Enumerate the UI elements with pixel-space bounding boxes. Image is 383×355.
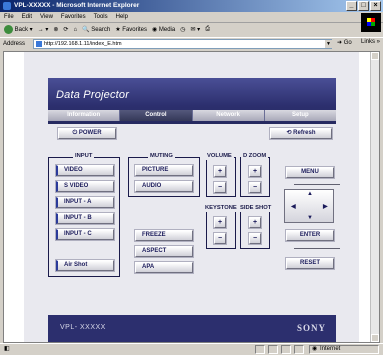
tab-information[interactable]: Information	[48, 110, 121, 121]
maximize-button[interactable]: □	[358, 1, 369, 11]
arrow-left-icon[interactable]: ◀	[291, 203, 296, 210]
refresh-button[interactable]: ⟲ Refresh	[270, 128, 332, 139]
muting-audio-button[interactable]: AUDIO	[135, 181, 193, 192]
side-shot-down-button[interactable]: −	[249, 233, 261, 244]
air-shot-button[interactable]: Air Shot	[56, 260, 114, 271]
status-pane	[268, 345, 278, 354]
stop-icon[interactable]: ⊗	[53, 26, 58, 33]
tab-bar: Information Control Network Setup	[48, 110, 336, 121]
window-title: VPL-XXXXX - Microsoft Internet Explorer	[14, 2, 140, 9]
input-svideo-button[interactable]: S VIDEO	[56, 181, 114, 192]
search-button[interactable]: 🔍 Search	[82, 26, 110, 33]
input-b-button[interactable]: INPUT - B	[56, 213, 114, 224]
input-a-button[interactable]: INPUT - A	[56, 197, 114, 208]
back-arrow-icon	[4, 25, 13, 34]
menu-view[interactable]: View	[40, 12, 53, 22]
browser-window: VPL-XXXXX - Microsoft Internet Explorer …	[0, 0, 383, 355]
menu-favorites[interactable]: Favorites	[61, 12, 86, 22]
scroll-up-icon[interactable]	[371, 52, 379, 60]
web-page: Data Projector Information Control Netwo…	[24, 52, 359, 342]
dzoom-down-button[interactable]: −	[249, 182, 261, 193]
menu-tools[interactable]: Tools	[94, 12, 108, 22]
side-shot-up-button[interactable]: +	[249, 217, 261, 228]
volume-label: VOLUME	[205, 153, 234, 160]
muting-picture-button[interactable]: PICTURE	[135, 165, 193, 176]
volume-up-button[interactable]: +	[214, 166, 226, 177]
address-label: Address	[3, 41, 26, 47]
muting-group-label: MUTING	[148, 153, 175, 160]
input-group-label: INPUT	[73, 153, 95, 160]
arrow-down-icon[interactable]: ▼	[307, 215, 313, 221]
go-button[interactable]: ➜ Go	[337, 39, 352, 46]
media-button[interactable]: ◉ Media	[152, 26, 175, 33]
arrow-up-icon[interactable]: ▲	[307, 191, 313, 197]
power-icon: ⏻	[72, 130, 78, 136]
globe-icon: ◉	[312, 346, 318, 352]
title-bar: VPL-XXXXX - Microsoft Internet Explorer …	[0, 0, 383, 12]
status-pane	[255, 345, 265, 354]
address-dropdown-icon[interactable]: ▼	[325, 40, 332, 48]
status-pane	[281, 345, 291, 354]
internet-zone: ◉ Internet	[309, 345, 379, 354]
dzoom-label: D ZOOM	[241, 153, 269, 160]
arrow-right-icon[interactable]: ▶	[323, 203, 328, 210]
close-button[interactable]: ×	[370, 1, 381, 11]
dzoom-up-button[interactable]: +	[249, 166, 261, 177]
links-button[interactable]: Links »	[361, 39, 380, 45]
keystone-up-button[interactable]: +	[214, 217, 226, 228]
toolbar: Back ▾ → ▾ ⊗ ⟳ ⌂ 🔍 Search ★ Favorites ◉ …	[0, 23, 360, 36]
print-icon[interactable]: ⎙	[205, 26, 210, 33]
volume-down-button[interactable]: −	[214, 182, 226, 193]
menu-bar: File Edit View Favorites Tools Help	[0, 12, 383, 23]
menu-button[interactable]: MENU	[286, 167, 334, 178]
history-icon[interactable]: ◷	[180, 26, 185, 33]
divider	[294, 248, 340, 249]
home-icon[interactable]: ⌂	[73, 27, 77, 33]
input-video-button[interactable]: VIDEO	[56, 165, 114, 176]
apa-button[interactable]: APA	[135, 262, 193, 273]
page-done-icon: ◧	[4, 346, 10, 352]
menu-file[interactable]: File	[4, 12, 14, 22]
vertical-scrollbar[interactable]	[370, 52, 379, 342]
page-viewport: Data Projector Information Control Netwo…	[3, 51, 380, 343]
enter-button[interactable]: ENTER	[286, 230, 334, 241]
windows-logo-icon	[361, 13, 381, 32]
brand-logo: SONY	[296, 323, 326, 333]
favorites-button[interactable]: ★ Favorites	[115, 26, 147, 33]
divider	[294, 184, 340, 185]
minimize-button[interactable]: _	[346, 1, 357, 11]
side-shot-label: SIDE SHOT	[238, 205, 274, 212]
page-footer: VPL- XXXXX SONY	[48, 315, 336, 342]
keystone-label: KEYSTONE	[203, 205, 239, 212]
page-title: Data Projector	[56, 89, 130, 101]
power-button[interactable]: ⏻ POWER	[58, 128, 116, 139]
tab-control[interactable]: Control	[120, 110, 193, 121]
forward-button[interactable]: → ▾	[38, 26, 49, 33]
freeze-button[interactable]: FREEZE	[135, 230, 193, 241]
aspect-button[interactable]: ASPECT	[135, 246, 193, 257]
page-header: Data Projector Information Control Netwo…	[48, 78, 336, 124]
keystone-down-button[interactable]: −	[214, 233, 226, 244]
reset-button[interactable]: RESET	[286, 258, 334, 269]
status-bar: ◧ ◉ Internet	[0, 343, 383, 355]
direction-pad[interactable]: ▲ ◀ ▶ ▼	[284, 189, 334, 223]
menu-edit[interactable]: Edit	[22, 12, 32, 22]
tab-network[interactable]: Network	[192, 110, 265, 121]
tab-setup[interactable]: Setup	[264, 110, 336, 121]
status-pane	[294, 345, 304, 354]
refresh-arrow-icon: ⟲	[286, 130, 292, 136]
back-button[interactable]: Back ▾	[4, 25, 33, 34]
input-c-button[interactable]: INPUT - C	[56, 229, 114, 240]
address-input[interactable]: http://192.168.1.11/index_E.htm	[33, 39, 332, 49]
menu-help[interactable]: Help	[116, 12, 128, 22]
address-bar: Address http://192.168.1.11/index_E.htm …	[0, 37, 383, 50]
ie-logo-icon	[3, 2, 11, 10]
refresh-icon[interactable]: ⟳	[63, 26, 68, 33]
model-name: VPL- XXXXX	[60, 324, 106, 331]
mail-icon[interactable]: ✉ ▾	[190, 26, 200, 33]
scroll-down-icon[interactable]	[371, 334, 379, 342]
